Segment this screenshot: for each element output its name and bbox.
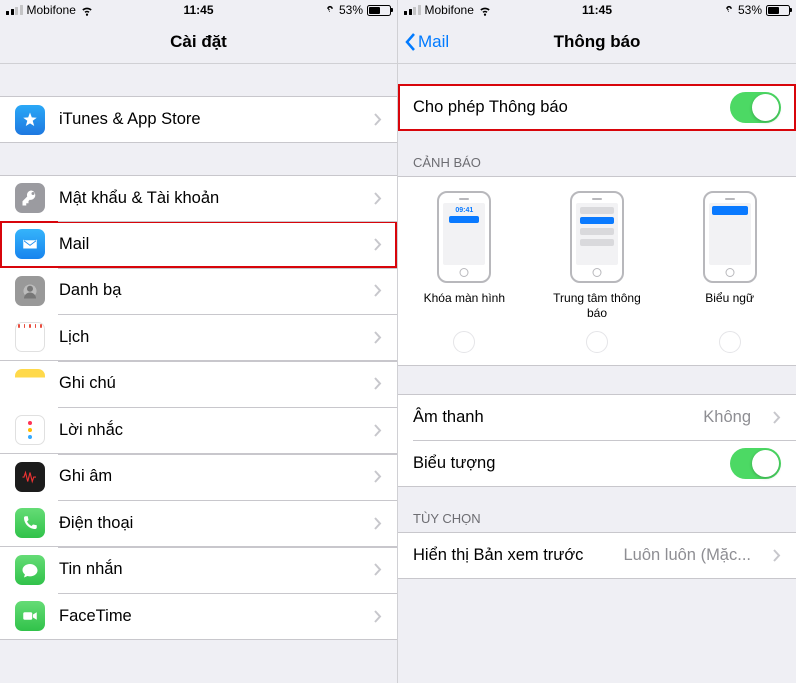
notes-icon xyxy=(15,369,45,399)
back-button[interactable]: Mail xyxy=(404,32,449,52)
battery-percent: 53% xyxy=(738,3,762,17)
nav-bar: Mail Thông báo xyxy=(398,20,796,64)
contacts-icon xyxy=(15,276,45,306)
allow-notifications-toggle[interactable] xyxy=(730,92,781,123)
alert-styles-row: 09:41 Khóa màn hình Trung tâm thông báo xyxy=(398,176,796,366)
facetime-icon xyxy=(15,601,45,631)
page-title: Cài đặt xyxy=(170,32,227,52)
battery-icon xyxy=(766,5,790,16)
banners-preview-icon xyxy=(703,191,757,283)
cell-itunes-appstore[interactable]: iTunes & App Store xyxy=(0,96,397,143)
key-icon xyxy=(15,183,45,213)
cell-badges[interactable]: Biểu tượng xyxy=(398,440,796,487)
cell-calendar[interactable]: Lịch xyxy=(0,314,397,361)
chevron-left-icon xyxy=(404,32,416,52)
chevron-right-icon xyxy=(773,549,781,562)
back-label: Mail xyxy=(418,32,449,52)
page-title: Thông báo xyxy=(554,32,641,52)
status-bar: Mobifone 11:45 53% xyxy=(0,0,397,20)
chevron-right-icon xyxy=(374,331,382,344)
messages-icon xyxy=(15,555,45,585)
settings-screen: Mobifone 11:45 53% Cài đặt iTunes & App … xyxy=(0,0,398,683)
cell-sounds[interactable]: Âm thanh Không xyxy=(398,394,796,441)
cell-show-previews[interactable]: Hiển thị Bản xem trước Luôn luôn (Mặc... xyxy=(398,532,796,579)
mail-icon xyxy=(15,229,45,259)
cell-notes[interactable]: Ghi chú xyxy=(0,361,397,408)
sounds-value: Không xyxy=(703,408,751,427)
preview-value: Luôn luôn (Mặc... xyxy=(624,546,752,565)
alert-lockscreen[interactable]: 09:41 Khóa màn hình xyxy=(409,191,519,353)
status-bar: Mobifone 11:45 53% xyxy=(398,0,796,20)
chevron-right-icon xyxy=(374,424,382,437)
calendar-icon xyxy=(15,322,45,352)
cell-allow-notifications[interactable]: Cho phép Thông báo xyxy=(398,84,796,131)
section-header-options: TÙY CHỌN xyxy=(398,487,796,532)
orientation-lock-icon xyxy=(325,5,335,15)
chevron-right-icon xyxy=(374,470,382,483)
cell-phone[interactable]: Điện thoại xyxy=(0,500,397,547)
battery-icon xyxy=(367,5,391,16)
banners-radio[interactable] xyxy=(719,331,741,353)
clock: 11:45 xyxy=(183,3,213,17)
battery-percent: 53% xyxy=(339,3,363,17)
cell-messages[interactable]: Tin nhắn xyxy=(0,547,397,594)
chevron-right-icon xyxy=(374,517,382,530)
chevron-right-icon xyxy=(374,113,382,126)
chevron-right-icon xyxy=(374,238,382,251)
notification-settings-list[interactable]: Cho phép Thông báo CẢNH BÁO 09:41 Khóa m… xyxy=(398,64,796,683)
notification-center-radio[interactable] xyxy=(586,331,608,353)
cell-passwords[interactable]: Mật khẩu & Tài khoản xyxy=(0,175,397,222)
cell-voice-memos[interactable]: Ghi âm xyxy=(0,454,397,501)
settings-list[interactable]: iTunes & App Store Mật khẩu & Tài khoản … xyxy=(0,64,397,683)
orientation-lock-icon xyxy=(724,5,734,15)
wifi-icon xyxy=(478,3,492,17)
chevron-right-icon xyxy=(374,563,382,576)
cell-reminders[interactable]: Lời nhắc xyxy=(0,407,397,454)
cell-mail[interactable]: Mail xyxy=(0,221,397,268)
cell-contacts[interactable]: Danh bạ xyxy=(0,268,397,315)
appstore-icon xyxy=(15,105,45,135)
voice-memos-icon xyxy=(15,462,45,492)
lockscreen-radio[interactable] xyxy=(453,331,475,353)
chevron-right-icon xyxy=(374,284,382,297)
clock: 11:45 xyxy=(582,3,612,17)
notifications-screen: Mobifone 11:45 53% Mail Thông báo Cho ph… xyxy=(398,0,796,683)
section-header-alerts: CẢNH BÁO xyxy=(398,131,796,176)
chevron-right-icon xyxy=(374,610,382,623)
carrier-label: Mobifone xyxy=(425,3,474,17)
notification-center-preview-icon xyxy=(570,191,624,283)
alert-banners[interactable]: Biểu ngữ xyxy=(675,191,785,353)
reminders-icon xyxy=(15,415,45,445)
alert-notification-center[interactable]: Trung tâm thông báo xyxy=(542,191,652,353)
lockscreen-preview-icon: 09:41 xyxy=(437,191,491,283)
chevron-right-icon xyxy=(374,377,382,390)
cell-facetime[interactable]: FaceTime xyxy=(0,593,397,640)
phone-icon xyxy=(15,508,45,538)
chevron-right-icon xyxy=(374,192,382,205)
carrier-label: Mobifone xyxy=(27,3,76,17)
signal-bars-icon xyxy=(404,5,421,15)
chevron-right-icon xyxy=(773,411,781,424)
signal-bars-icon xyxy=(6,5,23,15)
wifi-icon xyxy=(80,3,94,17)
badges-toggle[interactable] xyxy=(730,448,781,479)
nav-bar: Cài đặt xyxy=(0,20,397,64)
